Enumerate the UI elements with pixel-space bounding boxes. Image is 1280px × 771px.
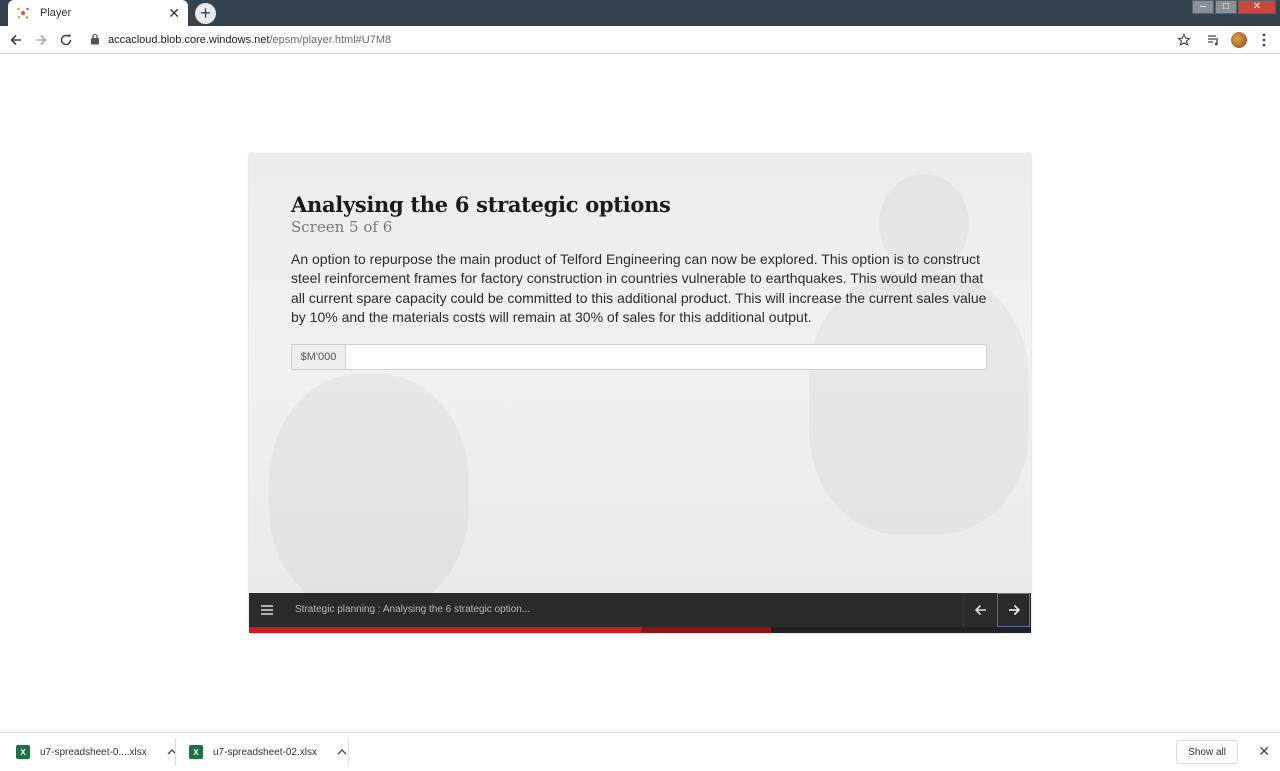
previous-screen-button[interactable] [963, 593, 997, 627]
tab-close-icon[interactable]: ✕ [168, 6, 180, 20]
chevron-up-icon[interactable] [337, 747, 347, 758]
download-item[interactable]: X u7-spreadsheet-02.xlsx [189, 733, 347, 771]
next-screen-button[interactable] [997, 593, 1030, 627]
arrow-left-icon [10, 34, 21, 46]
minimize-window-button[interactable]: – [1192, 0, 1214, 14]
tab-title: Player [40, 7, 72, 19]
arrow-right-icon [36, 34, 47, 46]
slide-body-text: An option to repurpose the main product … [291, 251, 987, 326]
download-divider [175, 739, 176, 765]
browser-tab-strip: Player ✕ + – □ ✕ [0, 0, 1280, 26]
hamburger-menu-icon [261, 605, 273, 615]
more-vertical-icon [1262, 33, 1266, 47]
slide-subtitle: Screen 5 of 6 [291, 218, 393, 236]
previous-arrow-icon [974, 604, 986, 616]
player-favicon-icon [16, 6, 30, 20]
download-shelf: X u7-spreadsheet-0....xlsx X u7-spreadsh… [0, 732, 1280, 770]
slide-title: Analysing the 6 strategic options [291, 192, 671, 217]
avatar [1231, 32, 1247, 48]
back-button[interactable] [6, 30, 26, 50]
next-arrow-icon [1008, 604, 1020, 616]
browser-menu-button[interactable] [1254, 30, 1274, 50]
download-filename: u7-spreadsheet-02.xlsx [213, 746, 317, 758]
progress-bar[interactable] [249, 627, 1031, 633]
address-bar[interactable]: accacloud.blob.core.windows.net/epsm/pla… [90, 31, 391, 49]
background-figure-left [269, 374, 469, 614]
bookmark-star-button[interactable] [1174, 30, 1194, 50]
progress-buffered [641, 627, 772, 633]
slide-content: Analysing the 6 strategic options Screen… [291, 192, 991, 370]
download-item[interactable]: X u7-spreadsheet-0....xlsx [16, 733, 177, 771]
breadcrumb: Strategic planning : Analysing the 6 str… [295, 604, 531, 615]
profile-avatar[interactable] [1229, 30, 1249, 50]
progress-played [249, 627, 642, 633]
excel-file-icon: X [189, 745, 203, 759]
media-control-button[interactable] [1204, 30, 1224, 50]
url-host: accacloud.blob.core.windows.net [108, 34, 270, 46]
url-path: /epsm/player.html#U7M8 [269, 34, 392, 46]
reload-button[interactable] [56, 30, 76, 50]
close-shelf-icon[interactable]: ✕ [1258, 744, 1270, 758]
excel-file-icon: X [16, 745, 30, 759]
close-window-button[interactable]: ✕ [1238, 0, 1276, 14]
download-divider [348, 739, 349, 765]
lock-icon [90, 33, 100, 48]
answer-input[interactable] [346, 344, 986, 369]
download-filename: u7-spreadsheet-0....xlsx [40, 746, 147, 758]
forward-button[interactable] [31, 30, 51, 50]
star-icon [1177, 33, 1191, 47]
new-tab-button[interactable]: + [195, 3, 216, 24]
browser-tab[interactable]: Player ✕ [8, 0, 188, 26]
player-control-bar: Strategic planning : Analysing the 6 str… [249, 593, 1031, 627]
reload-icon [60, 34, 72, 46]
maximize-window-button[interactable]: □ [1215, 0, 1237, 14]
menu-button[interactable] [257, 600, 277, 620]
media-control-icon [1208, 35, 1218, 46]
currency-addon-label: $M'000 [292, 344, 346, 369]
window-controls: – □ ✕ [1191, 0, 1276, 14]
answer-input-group: $M'000 [291, 343, 987, 370]
show-all-downloads-button[interactable]: Show all [1176, 740, 1238, 764]
browser-toolbar: accacloud.blob.core.windows.net/epsm/pla… [0, 26, 1280, 54]
course-player: Analysing the 6 strategic options Screen… [249, 154, 1031, 633]
